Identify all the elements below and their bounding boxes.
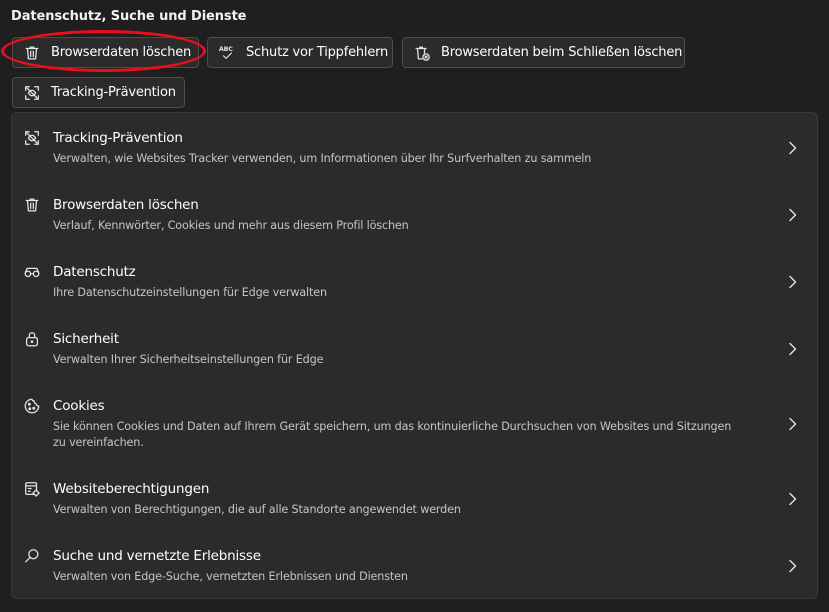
setting-description: Verwalten, wie Websites Tracker verwende…	[53, 152, 592, 165]
tracking-icon	[22, 128, 42, 148]
settings-card: Tracking-Prävention Verwalten, wie Websi…	[11, 112, 818, 599]
chip-browserdaten-beim-schliessen-loeschen[interactable]: Browserdaten beim Schließen löschen	[402, 37, 685, 68]
chip-browserdaten-loeschen[interactable]: Browserdaten löschen	[12, 37, 199, 68]
setting-row-datenschutz[interactable]: Datenschutz Ihre Datenschutzeinstellunge…	[12, 247, 817, 314]
chip-label: Browserdaten beim Schließen löschen	[441, 45, 683, 60]
setting-row-sicherheit[interactable]: Sicherheit Verwalten Ihrer Sicherheitsei…	[12, 314, 817, 381]
setting-description: Ihre Datenschutzeinstellungen für Edge v…	[53, 286, 327, 299]
setting-description: Verlauf, Kennwörter, Cookies und mehr au…	[53, 219, 409, 232]
setting-row-websiteberechtigungen[interactable]: Websiteberechtigungen Verwalten von Bere…	[12, 464, 817, 531]
chip-label: Schutz vor Tippfehlern	[246, 45, 389, 60]
svg-text:ABC: ABC	[219, 45, 233, 52]
trash-icon	[23, 44, 41, 62]
trash-icon	[22, 195, 42, 215]
chevron-right-icon	[787, 558, 799, 573]
setting-description: Sie können Cookies und Daten auf Ihrem G…	[53, 420, 732, 449]
chevron-right-icon	[787, 341, 799, 356]
setting-title: Suche und vernetzte Erlebnisse	[53, 548, 261, 564]
setting-row-cookies[interactable]: Cookies Sie können Cookies und Daten auf…	[12, 381, 817, 464]
chip-label: Browserdaten löschen	[51, 45, 192, 60]
tracking-icon	[23, 84, 41, 102]
chevron-right-icon	[787, 491, 799, 506]
setting-title: Sicherheit	[53, 331, 119, 347]
chevron-right-icon	[787, 416, 799, 431]
chip-tracking-praevention[interactable]: Tracking-Prävention	[12, 77, 185, 108]
setting-title: Datenschutz	[53, 264, 136, 280]
chip-label: Tracking-Prävention	[51, 85, 176, 100]
setting-description: Verwalten von Edge-Suche, vernetzten Erl…	[53, 570, 408, 583]
setting-title: Tracking-Prävention	[53, 130, 183, 146]
search-icon	[22, 546, 42, 566]
section-title: Datenschutz, Suche und Dienste	[11, 9, 247, 24]
glasses-icon	[22, 262, 42, 282]
chevron-right-icon	[787, 140, 799, 155]
lock-icon	[22, 329, 42, 349]
chip-schutz-vor-tippfehlern[interactable]: ABC Schutz vor Tippfehlern	[207, 37, 393, 68]
setting-description: Verwalten Ihrer Sicherheitseinstellungen…	[53, 353, 324, 366]
setting-title: Cookies	[53, 398, 105, 414]
trash-clock-icon	[413, 44, 431, 62]
chevron-right-icon	[787, 207, 799, 222]
cookie-icon	[22, 396, 42, 416]
setting-row-suche-und-vernetzte-erlebnisse[interactable]: Suche und vernetzte Erlebnisse Verwalten…	[12, 531, 817, 598]
spellcheck-icon: ABC	[218, 44, 236, 62]
site-permissions-icon	[22, 479, 42, 499]
setting-title: Browserdaten löschen	[53, 197, 199, 213]
setting-description: Verwalten von Berechtigungen, die auf al…	[53, 503, 461, 516]
setting-title: Websiteberechtigungen	[53, 481, 210, 497]
setting-row-tracking-praevention[interactable]: Tracking-Prävention Verwalten, wie Websi…	[12, 113, 817, 180]
setting-row-browserdaten-loeschen[interactable]: Browserdaten löschen Verlauf, Kennwörter…	[12, 180, 817, 247]
chevron-right-icon	[787, 274, 799, 289]
